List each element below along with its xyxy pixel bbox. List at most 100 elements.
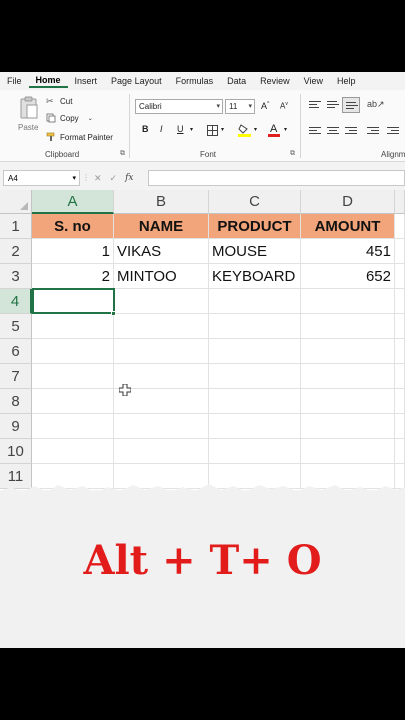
row-header-6[interactable]: 6 [0,339,32,364]
font-color-icon[interactable]: A [268,122,280,137]
column-header-b[interactable]: B [114,190,209,214]
tab-data[interactable]: Data [220,76,253,86]
cell-d3[interactable]: 652 [301,264,395,289]
align-bottom-button[interactable] [342,97,360,113]
cell-c7[interactable] [209,364,301,389]
formula-input[interactable] [148,170,405,186]
tab-formulas[interactable]: Formulas [169,76,221,86]
cell-d10[interactable] [301,439,395,464]
cell-b5[interactable] [114,314,209,339]
paste-button[interactable]: Paste [18,123,38,132]
column-header-e[interactable] [395,190,405,214]
increase-font-icon[interactable]: A^ [261,101,269,111]
row-header-5[interactable]: 5 [0,314,32,339]
cell-e8[interactable] [395,389,405,414]
cell-e7[interactable] [395,364,405,389]
cell-a10[interactable] [32,439,114,464]
enter-icon[interactable]: ✓ [110,173,118,184]
cell-e10[interactable] [395,439,405,464]
cell-c8[interactable] [209,389,301,414]
cell-a8[interactable] [32,389,114,414]
cell-a6[interactable] [32,339,114,364]
row-header-9[interactable]: 9 [0,414,32,439]
tab-view[interactable]: View [297,76,330,86]
header-cell-c[interactable]: PRODUCT [209,214,301,239]
chevron-down-icon[interactable]: ⌄ [88,115,93,122]
chevron-down-icon[interactable]: ▾ [284,126,287,133]
tab-home[interactable]: Home [28,75,68,88]
header-cell-d[interactable]: AMOUNT [301,214,395,239]
fill-handle[interactable] [111,311,116,316]
tab-page-layout[interactable]: Page Layout [104,76,169,86]
tab-insert[interactable]: Insert [68,76,105,86]
tab-help[interactable]: Help [330,76,363,86]
tab-review[interactable]: Review [253,76,297,86]
cell-c10[interactable] [209,439,301,464]
cell-a5[interactable] [32,314,114,339]
dialog-launcher-icon[interactable]: ⧉ [290,150,295,158]
underline-button[interactable]: U [177,124,184,134]
cut-button[interactable]: ✂ Cut [46,96,72,106]
cell-a9[interactable] [32,414,114,439]
cancel-icon[interactable]: ✕ [94,173,102,184]
paste-icon[interactable] [19,96,39,120]
cell-e5[interactable] [395,314,405,339]
decrease-indent-icon[interactable] [367,127,379,137]
chevron-down-icon[interactable]: ▾ [254,126,257,133]
cell-e1[interactable] [395,214,405,239]
borders-icon[interactable] [207,125,218,136]
chevron-down-icon[interactable]: ▾ [190,126,193,133]
font-name-select[interactable]: Calibri ▾ [135,99,223,114]
row-header-10[interactable]: 10 [0,439,32,464]
copy-button[interactable]: Copy ⌄ [46,113,93,123]
cell-b6[interactable] [114,339,209,364]
cell-d6[interactable] [301,339,395,364]
row-header-1[interactable]: 1 [0,214,32,239]
cell-a3[interactable]: 2 [32,264,114,289]
cell-b4[interactable] [114,289,209,314]
column-header-c[interactable]: C [209,190,301,214]
cell-d2[interactable]: 451 [301,239,395,264]
cell-c3[interactable]: KEYBOARD [209,264,301,289]
increase-indent-icon[interactable] [387,127,399,137]
row-header-4[interactable]: 4 [0,289,32,314]
align-left-icon[interactable] [309,127,321,137]
cell-b2[interactable]: VIKAS [114,239,209,264]
cell-a2[interactable]: 1 [32,239,114,264]
cell-c9[interactable] [209,414,301,439]
align-right-icon[interactable] [345,127,357,137]
name-box[interactable]: A4 ▾ [3,170,80,186]
cell-c4[interactable] [209,289,301,314]
cell-b10[interactable] [114,439,209,464]
cell-d7[interactable] [301,364,395,389]
chevron-down-icon[interactable]: ▾ [221,126,224,133]
cell-e3[interactable] [395,264,405,289]
cell-e6[interactable] [395,339,405,364]
cell-e4[interactable] [395,289,405,314]
column-header-a[interactable]: A [32,190,114,214]
bold-button[interactable]: B [142,124,149,134]
cell-c5[interactable] [209,314,301,339]
fill-color-icon[interactable] [238,123,251,137]
header-cell-a[interactable]: S. no [32,214,114,239]
insert-function-button[interactable]: fx [125,173,133,183]
cell-e9[interactable] [395,414,405,439]
column-header-d[interactable]: D [301,190,395,214]
tab-file[interactable]: File [0,76,29,86]
row-header-2[interactable]: 2 [0,239,32,264]
orientation-icon[interactable]: ab↗ [367,99,385,110]
cell-c2[interactable]: MOUSE [209,239,301,264]
align-middle-icon[interactable] [327,101,339,111]
cell-b9[interactable] [114,414,209,439]
dialog-launcher-icon[interactable]: ⧉ [120,150,125,158]
select-all-corner[interactable] [0,190,32,214]
cell-a7[interactable] [32,364,114,389]
decrease-font-icon[interactable]: Av [280,101,288,111]
cell-e2[interactable] [395,239,405,264]
cell-d4[interactable] [301,289,395,314]
row-header-3[interactable]: 3 [0,264,32,289]
cell-d5[interactable] [301,314,395,339]
align-center-icon[interactable] [327,127,339,137]
format-painter-button[interactable]: Format Painter [46,132,113,142]
font-size-select[interactable]: 11 ▾ [225,99,255,114]
